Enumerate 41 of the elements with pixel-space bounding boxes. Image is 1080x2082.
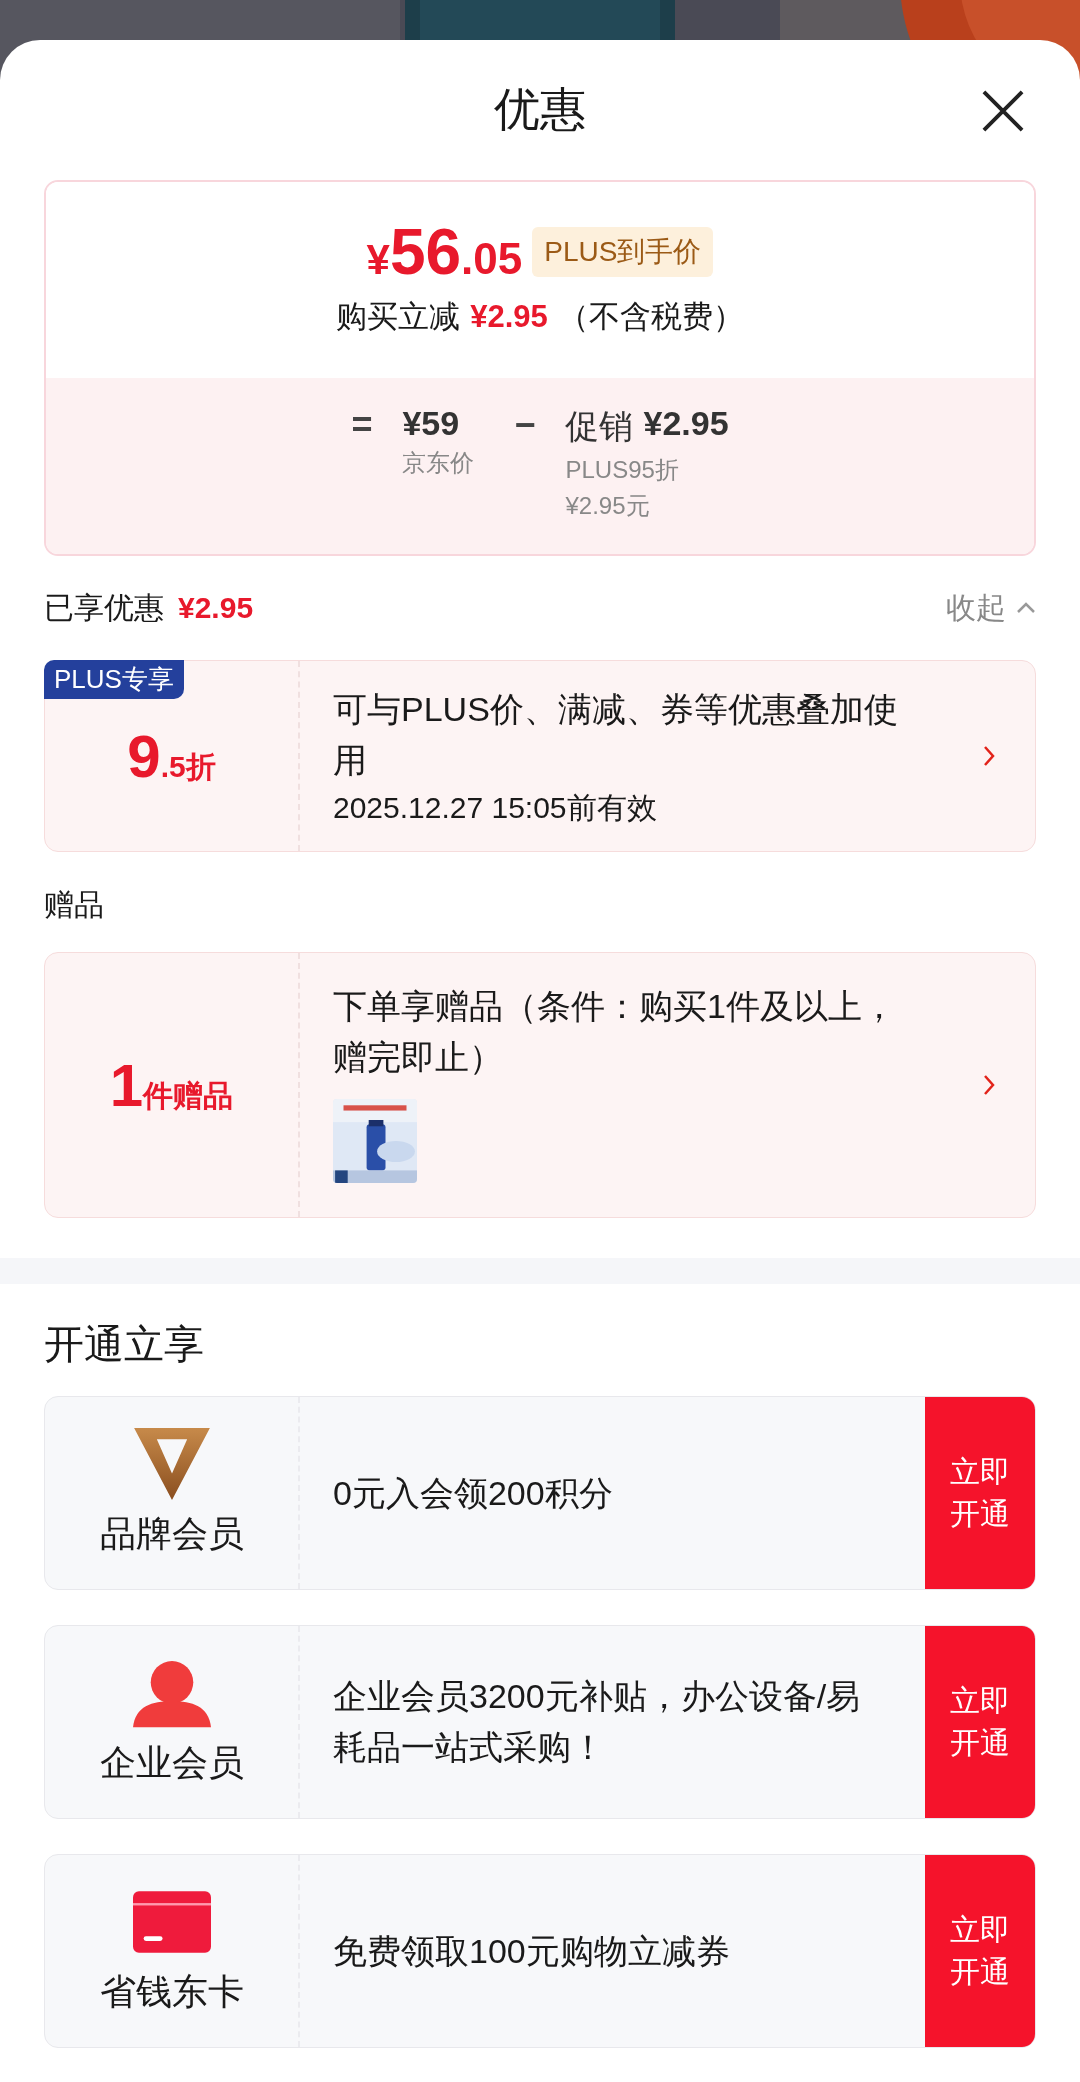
- reduction-note: （不含税费）: [557, 298, 744, 336]
- breakdown-note: 京东价: [402, 448, 475, 478]
- membership-description: 免费领取100元购物立减券: [333, 1930, 730, 1972]
- caret-icon[interactable]: [1016, 602, 1036, 614]
- coupon-card[interactable]: PLUS专享 9.5折 可与PLUS价、满减、券等优惠叠加使用 2025.12.27 15:05前有效: [44, 660, 1036, 852]
- breakdown-note: ¥2.95元: [565, 491, 651, 521]
- membership-description: 企业会员3200元补贴，办公设备/易耗品一站式采购！: [333, 1676, 862, 1768]
- section-label: 赠品: [44, 886, 105, 923]
- breakdown-note: PLUS95折: [565, 455, 680, 485]
- membership-name: 省钱东卡: [99, 1969, 244, 2014]
- reduction-amount: ¥2.95: [470, 299, 548, 335]
- breakdown-amount: ¥2.95: [643, 404, 729, 444]
- sheet-title: 优惠: [494, 82, 586, 137]
- chevron-icon: [983, 1074, 995, 1096]
- coupon-description: 可与PLUS价、满减、券等优惠叠加使用: [333, 688, 899, 781]
- discount-value: 9.5折: [127, 721, 216, 791]
- membership-name: 企业会员: [99, 1740, 244, 1785]
- v-logo-icon: [132, 1427, 211, 1500]
- collapse-link[interactable]: 收起: [946, 587, 1006, 629]
- chevron-icon: [983, 745, 995, 767]
- discount-amount: ¥2.95: [178, 590, 254, 625]
- gift-count: 1件赠品: [109, 1050, 234, 1120]
- gift-description: 下单享赠品（条件：购买1件及以上，赠完即止）: [333, 986, 897, 1078]
- final-price: ¥56.05: [366, 220, 523, 284]
- validity-text: 2025.12.27 15:05前有效: [333, 789, 658, 826]
- membership-description: 0元入会领200积分: [333, 1472, 613, 1514]
- discount-label: 已享优惠: [44, 589, 164, 626]
- plus-tag: PLUS专享: [44, 660, 184, 699]
- operator-sign: =: [351, 404, 373, 446]
- join-button[interactable]: 立即开通: [925, 1397, 1035, 1589]
- gift-card[interactable]: 1件赠品 下单享赠品（条件：购买1件及以上，赠完即止）: [44, 952, 1036, 1218]
- join-button[interactable]: 立即开通: [925, 1855, 1035, 2047]
- breakdown-label: 促销: [565, 406, 634, 447]
- close-icon[interactable]: [982, 90, 1024, 132]
- reduction-label: 购买立减: [336, 298, 461, 336]
- breakdown-amount: ¥59: [402, 404, 460, 443]
- operator-sign: −: [514, 404, 536, 446]
- join-button[interactable]: 立即开通: [925, 1626, 1035, 1818]
- membership-name: 品牌会员: [99, 1511, 244, 1556]
- price-badge: PLUS到手价: [532, 227, 714, 277]
- section-title: 开通立享: [44, 1320, 205, 1368]
